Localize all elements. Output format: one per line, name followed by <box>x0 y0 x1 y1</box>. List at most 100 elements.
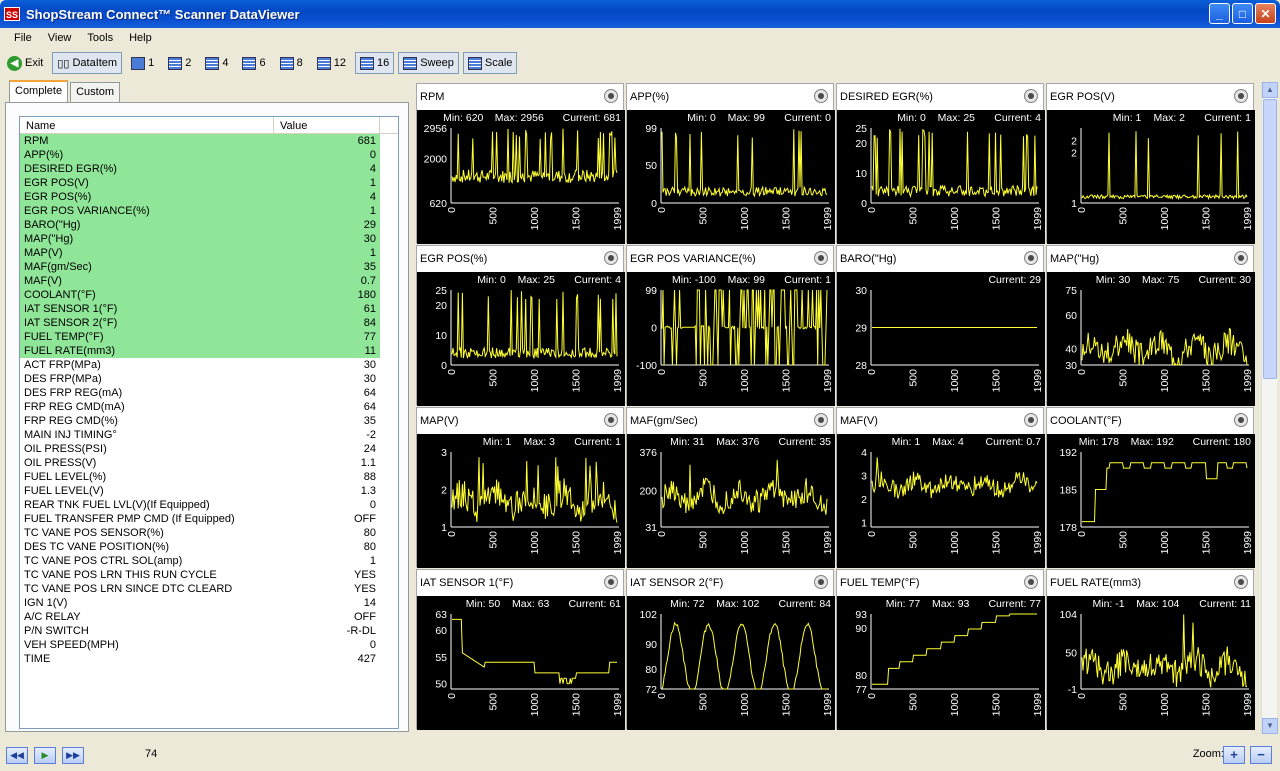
pin-icon[interactable] <box>1234 251 1248 265</box>
graph-card[interactable]: MAF(gm/Sec) Current: 35 Max: 376 Min: 31 376… <box>626 407 835 568</box>
graph-card[interactable]: FUEL RATE(mm3) Current: 11 Max: 104 Min: -1… <box>1046 569 1255 730</box>
graph-card[interactable]: COOLANT(°F) Current: 180 Max: 192 Min: 178 1… <box>1046 407 1255 568</box>
scrollbar-thumb[interactable] <box>1263 99 1277 379</box>
list-item[interactable]: MAF(V) 0.7 <box>20 274 380 288</box>
play-button[interactable]: ▶ <box>34 747 56 764</box>
list-item[interactable]: A/C RELAY OFF <box>20 610 398 624</box>
pin-icon[interactable] <box>814 413 828 427</box>
layout-12-button[interactable]: 12 <box>312 52 351 74</box>
list-item[interactable]: TC VANE POS CTRL SOL(amp) 1 <box>20 554 398 568</box>
layout-2-button[interactable]: 2 <box>163 52 196 74</box>
pin-icon[interactable] <box>814 89 828 103</box>
list-item[interactable]: EGR POS(%) 4 <box>20 190 380 204</box>
list-item[interactable]: FRP REG CMD(mA) 64 <box>20 400 398 414</box>
graph-card[interactable]: IAT SENSOR 2(°F) Current: 84 Max: 102 Min: … <box>626 569 835 730</box>
list-item[interactable]: EGR POS VARIANCE(%) 1 <box>20 204 380 218</box>
list-item[interactable]: TC VANE POS LRN SINCE DTC CLEARD YES <box>20 582 398 596</box>
list-item[interactable]: P/N SWITCH -R-DL <box>20 624 398 638</box>
column-header-value[interactable]: Value <box>274 117 380 133</box>
graph-card[interactable]: BARO("Hg) Current: 29 30 29 28 0 500 1000 1500 19… <box>836 245 1045 406</box>
list-item[interactable]: BARO("Hg) 29 <box>20 218 380 232</box>
list-item[interactable]: MAP("Hg) 30 <box>20 232 380 246</box>
dataitem-button[interactable]: ▯▯ DataItem <box>52 52 123 74</box>
skip-forward-button[interactable]: ▶▶ <box>62 747 84 764</box>
menu-file[interactable]: File <box>6 32 40 44</box>
scale-button[interactable]: Scale <box>462 52 518 74</box>
pin-icon[interactable] <box>1234 89 1248 103</box>
pin-icon[interactable] <box>1024 413 1038 427</box>
list-item[interactable]: FUEL TEMP(°F) 77 <box>20 330 380 344</box>
close-button[interactable]: ✕ <box>1255 3 1276 24</box>
list-item[interactable]: OIL PRESS(PSI) 24 <box>20 442 398 456</box>
layout-1-button[interactable]: 1 <box>126 52 159 74</box>
layout-16-button[interactable]: 16 <box>354 52 395 74</box>
list-item[interactable]: APP(%) 0 <box>20 148 380 162</box>
list-item[interactable]: FRP REG CMD(%) 35 <box>20 414 398 428</box>
column-header-name[interactable]: Name <box>20 117 274 133</box>
list-item[interactable]: FUEL LEVEL(V) 1.3 <box>20 484 398 498</box>
zoom-in-button[interactable]: + <box>1223 746 1245 764</box>
list-item[interactable]: MAIN INJ TIMING° -2 <box>20 428 398 442</box>
tab-custom[interactable]: Custom <box>70 82 120 102</box>
graph-card[interactable]: IAT SENSOR 1(°F) Current: 61 Max: 63 Min: 5… <box>416 569 625 730</box>
menu-view[interactable]: View <box>40 32 80 44</box>
pin-icon[interactable] <box>1024 575 1038 589</box>
pin-icon[interactable] <box>1024 251 1038 265</box>
tab-complete[interactable]: Complete <box>9 80 69 102</box>
list-item[interactable]: COOLANT(°F) 180 <box>20 288 380 302</box>
scroll-down-arrow-icon[interactable]: ▼ <box>1262 718 1278 734</box>
minimize-button[interactable]: _ <box>1209 3 1230 24</box>
list-item[interactable]: VEH SPEED(MPH) 0 <box>20 638 398 652</box>
pin-icon[interactable] <box>1234 575 1248 589</box>
list-item[interactable]: IAT SENSOR 1(°F) 61 <box>20 302 380 316</box>
list-item[interactable]: DESIRED EGR(%) 4 <box>20 162 380 176</box>
pin-icon[interactable] <box>1024 89 1038 103</box>
graph-card[interactable]: RPM Current: 681 Max: 2956 Min: 620 2956 2000… <box>416 83 625 244</box>
pin-icon[interactable] <box>604 251 618 265</box>
list-item[interactable]: FUEL LEVEL(%) 88 <box>20 470 398 484</box>
list-item[interactable]: DES TC VANE POSITION(%) 80 <box>20 540 398 554</box>
graph-card[interactable]: APP(%) Current: 0 Max: 99 Min: 0 99 50 0 0 500 10… <box>626 83 835 244</box>
graph-card[interactable]: MAP("Hg) Current: 30 Max: 75 Min: 30 75 60 40 3… <box>1046 245 1255 406</box>
list-item[interactable]: REAR TNK FUEL LVL(V)(If Equipped) 0 <box>20 498 398 512</box>
graph-card[interactable]: EGR POS(%) Current: 4 Max: 25 Min: 0 25 20 10 0… <box>416 245 625 406</box>
menu-help[interactable]: Help <box>121 32 160 44</box>
list-item[interactable]: ACT FRP(MPa) 30 <box>20 358 398 372</box>
skip-back-button[interactable]: ◀◀ <box>6 747 28 764</box>
graph-card[interactable]: EGR POS(V) Current: 1 Max: 2 Min: 1 2 2 1 0 500 1… <box>1046 83 1255 244</box>
scroll-up-arrow-icon[interactable]: ▲ <box>1262 82 1278 98</box>
graph-card[interactable]: DESIRED EGR(%) Current: 4 Max: 25 Min: 0 25 2… <box>836 83 1045 244</box>
pin-icon[interactable] <box>814 575 828 589</box>
sweep-button[interactable]: Sweep <box>398 52 459 74</box>
list-item[interactable]: MAF(gm/Sec) 35 <box>20 260 380 274</box>
list-item[interactable]: TC VANE POS LRN THIS RUN CYCLE YES <box>20 568 398 582</box>
list-item[interactable]: RPM 681 <box>20 134 380 148</box>
graph-card[interactable]: FUEL TEMP(°F) Current: 77 Max: 93 Min: 77 93… <box>836 569 1045 730</box>
layout-8-button[interactable]: 8 <box>275 52 308 74</box>
menu-tools[interactable]: Tools <box>79 32 121 44</box>
list-item[interactable]: TC VANE POS SENSOR(%) 80 <box>20 526 398 540</box>
graph-card[interactable]: MAF(V) Current: 0.7 Max: 4 Min: 1 4 3 2 1 0 500 10… <box>836 407 1045 568</box>
list-item[interactable]: OIL PRESS(V) 1.1 <box>20 456 398 470</box>
zoom-out-button[interactable]: − <box>1250 746 1272 764</box>
list-item[interactable]: IAT SENSOR 2(°F) 84 <box>20 316 380 330</box>
list-item[interactable]: FUEL TRANSFER PMP CMD (If Equipped) OFF <box>20 512 398 526</box>
layout-4-button[interactable]: 4 <box>200 52 233 74</box>
list-item[interactable]: EGR POS(V) 1 <box>20 176 380 190</box>
graph-card[interactable]: EGR POS VARIANCE(%) Current: 1 Max: 99 Min:… <box>626 245 835 406</box>
pin-icon[interactable] <box>814 251 828 265</box>
pin-icon[interactable] <box>604 413 618 427</box>
list-item[interactable]: FUEL RATE(mm3) 11 <box>20 344 380 358</box>
vertical-scrollbar[interactable]: ▲ ▼ <box>1261 82 1278 734</box>
list-item[interactable]: DES FRP REG(mA) 64 <box>20 386 398 400</box>
layout-6-button[interactable]: 6 <box>237 52 270 74</box>
list-item[interactable]: DES FRP(MPa) 30 <box>20 372 398 386</box>
list-item[interactable]: IGN 1(V) 14 <box>20 596 398 610</box>
pin-icon[interactable] <box>604 575 618 589</box>
pin-icon[interactable] <box>1234 413 1248 427</box>
pin-icon[interactable] <box>604 89 618 103</box>
graph-card[interactable]: MAP(V) Current: 1 Max: 3 Min: 1 3 2 1 0 500 1000 1… <box>416 407 625 568</box>
list-item[interactable]: TIME 427 <box>20 652 398 666</box>
maximize-button[interactable]: □ <box>1232 3 1253 24</box>
exit-button[interactable]: ◀ Exit <box>2 52 48 74</box>
